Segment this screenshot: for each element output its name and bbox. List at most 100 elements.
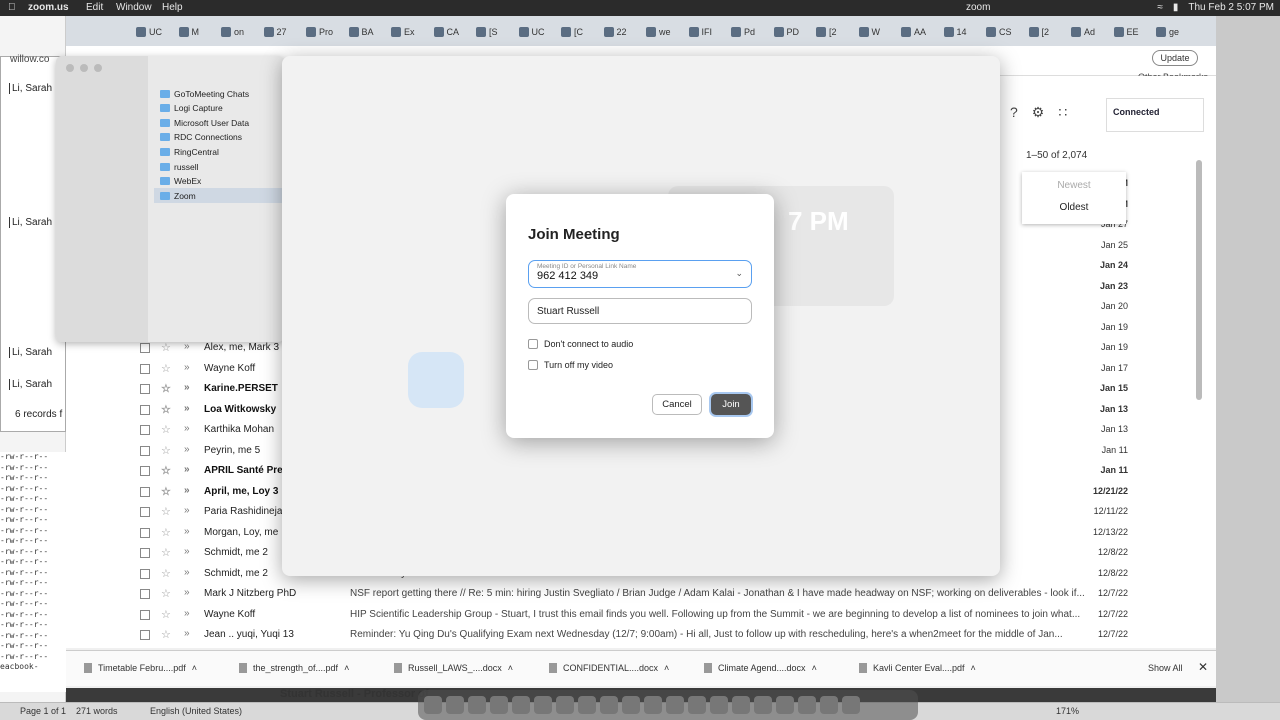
browser-tab[interactable]: IFI <box>688 23 712 41</box>
menu-app[interactable]: zoom.us <box>28 2 69 13</box>
important-icon[interactable]: » <box>184 608 190 619</box>
important-icon[interactable]: » <box>184 423 190 434</box>
browser-tab[interactable]: W <box>858 23 880 41</box>
row-checkbox[interactable] <box>140 568 150 579</box>
browser-tab[interactable]: CA <box>433 23 459 41</box>
url-text[interactable]: willow.co <box>10 54 49 65</box>
browser-tab[interactable]: Ex <box>391 23 415 41</box>
browser-tab[interactable]: AA <box>901 23 926 41</box>
battery-icon[interactable]: ▮ <box>1173 2 1179 13</box>
row-checkbox[interactable] <box>140 609 150 620</box>
video-option[interactable]: Turn off my video <box>528 360 613 370</box>
row-checkbox[interactable] <box>140 507 150 517</box>
important-icon[interactable]: » <box>184 362 190 373</box>
star-icon[interactable]: ☆ <box>161 403 171 416</box>
important-icon[interactable]: » <box>184 464 190 475</box>
chevron-up-icon[interactable]: ˄ <box>812 663 817 673</box>
important-icon[interactable]: » <box>184 341 190 352</box>
dock-app-icon[interactable] <box>424 696 442 714</box>
download-item[interactable]: the_strength_of....pdf ˄ <box>239 663 349 673</box>
audio-checkbox[interactable] <box>528 339 538 349</box>
browser-tab[interactable]: [S <box>476 23 498 41</box>
dock-app-icon[interactable] <box>534 696 552 714</box>
row-checkbox[interactable] <box>140 466 150 476</box>
star-icon[interactable]: ☆ <box>161 382 171 395</box>
important-icon[interactable]: » <box>184 546 190 557</box>
close-dot[interactable] <box>66 64 74 72</box>
dock-app-icon[interactable] <box>468 696 486 714</box>
zoom-schedule-tile[interactable] <box>408 352 464 408</box>
browser-tab[interactable]: Ad <box>1071 23 1095 41</box>
browser-tab[interactable]: 22 <box>603 23 627 41</box>
minimize-dot[interactable] <box>80 64 88 72</box>
browser-tab[interactable]: 14 <box>943 23 967 41</box>
download-item[interactable]: Russell_LAWS_....docx ˄ <box>394 663 513 673</box>
important-icon[interactable]: » <box>184 403 190 414</box>
finder-item[interactable]: russell <box>154 159 284 174</box>
wifi-icon[interactable]: ≈ <box>1157 2 1163 13</box>
browser-tab[interactable]: ge <box>1156 23 1179 41</box>
display-name-field[interactable]: Stuart Russell <box>528 298 752 324</box>
browser-tab[interactable]: Pd <box>731 23 755 41</box>
finder-item[interactable]: Zoom <box>154 188 284 204</box>
finder-item[interactable]: Microsoft User Data <box>154 115 284 130</box>
mail-row[interactable]: ☆ » Jean .. yuqi, Yuqi 13 Reminder: Yu Qing… <box>66 625 1186 645</box>
browser-tab[interactable]: [2 <box>1028 23 1049 41</box>
finder-item[interactable]: RDC Connections <box>154 130 284 145</box>
browser-tab[interactable]: [2 <box>816 23 837 41</box>
star-icon[interactable]: ☆ <box>161 587 171 600</box>
close-icon[interactable]: ✕ <box>1198 660 1208 674</box>
zoom-dot[interactable] <box>94 64 102 72</box>
dock-app-icon[interactable] <box>490 696 508 714</box>
menubar-clock[interactable]: Thu Feb 2 5:07 PM <box>1188 2 1274 13</box>
browser-tab[interactable]: Pro <box>306 23 333 41</box>
dock-app-icon[interactable] <box>666 696 684 714</box>
row-checkbox[interactable] <box>140 363 150 374</box>
chevron-up-icon[interactable]: ˄ <box>192 663 197 673</box>
downloads-show-all[interactable]: Show All <box>1148 663 1183 673</box>
mail-scrollbar[interactable] <box>1196 160 1202 400</box>
row-checkbox[interactable] <box>140 404 150 415</box>
star-icon[interactable]: ☆ <box>161 444 171 457</box>
finder-item[interactable]: Logi Capture <box>154 101 284 116</box>
row-checkbox[interactable] <box>140 589 150 599</box>
star-icon[interactable]: ☆ <box>161 362 171 375</box>
star-icon[interactable]: ☆ <box>161 526 171 539</box>
browser-tab[interactable]: we <box>646 23 671 41</box>
menubar-zoom-status[interactable]: zoom <box>966 2 990 13</box>
dock-app-icon[interactable] <box>446 696 464 714</box>
dock-app-icon[interactable] <box>622 696 640 714</box>
dock-app-icon[interactable] <box>776 696 794 714</box>
star-icon[interactable]: ☆ <box>161 567 171 580</box>
menu-window[interactable]: Window <box>116 2 152 13</box>
row-checkbox[interactable] <box>140 343 150 353</box>
chevron-up-icon[interactable]: ˄ <box>508 663 513 673</box>
menu-help[interactable]: Help <box>162 2 183 13</box>
download-item[interactable]: Climate Agend....docx ˄ <box>704 663 817 673</box>
dock-app-icon[interactable] <box>820 696 838 714</box>
browser-tab[interactable]: UC <box>518 23 545 41</box>
dock-app-icon[interactable] <box>512 696 530 714</box>
chevron-up-icon[interactable]: ˄ <box>664 663 669 673</box>
download-item[interactable]: Timetable Febru....pdf ˄ <box>84 663 197 673</box>
video-checkbox[interactable] <box>528 360 538 370</box>
finder-item[interactable]: WebEx <box>154 174 284 189</box>
help-icon[interactable]: ? <box>1010 104 1018 121</box>
apple-icon[interactable]:  <box>8 2 16 13</box>
important-icon[interactable]: » <box>184 526 190 537</box>
gear-icon[interactable]: ⚙ <box>1032 104 1045 121</box>
row-checkbox[interactable] <box>140 384 150 394</box>
download-item[interactable]: CONFIDENTIAL....docx ˄ <box>549 663 669 673</box>
star-icon[interactable]: ☆ <box>161 505 171 518</box>
important-icon[interactable]: » <box>184 382 190 393</box>
dock-app-icon[interactable] <box>600 696 618 714</box>
browser-tab[interactable]: UC <box>136 23 162 41</box>
row-checkbox[interactable] <box>140 445 150 456</box>
browser-tab[interactable]: CS <box>986 23 1012 41</box>
row-checkbox[interactable] <box>140 548 150 558</box>
star-icon[interactable]: ☆ <box>161 423 171 436</box>
mail-row[interactable]: ☆ » Wayne Koff HIP Scientific Leadership Gr… <box>66 605 1186 625</box>
star-icon[interactable]: ☆ <box>161 628 171 641</box>
star-icon[interactable]: ☆ <box>161 341 171 354</box>
chevron-up-icon[interactable]: ˄ <box>971 663 976 673</box>
